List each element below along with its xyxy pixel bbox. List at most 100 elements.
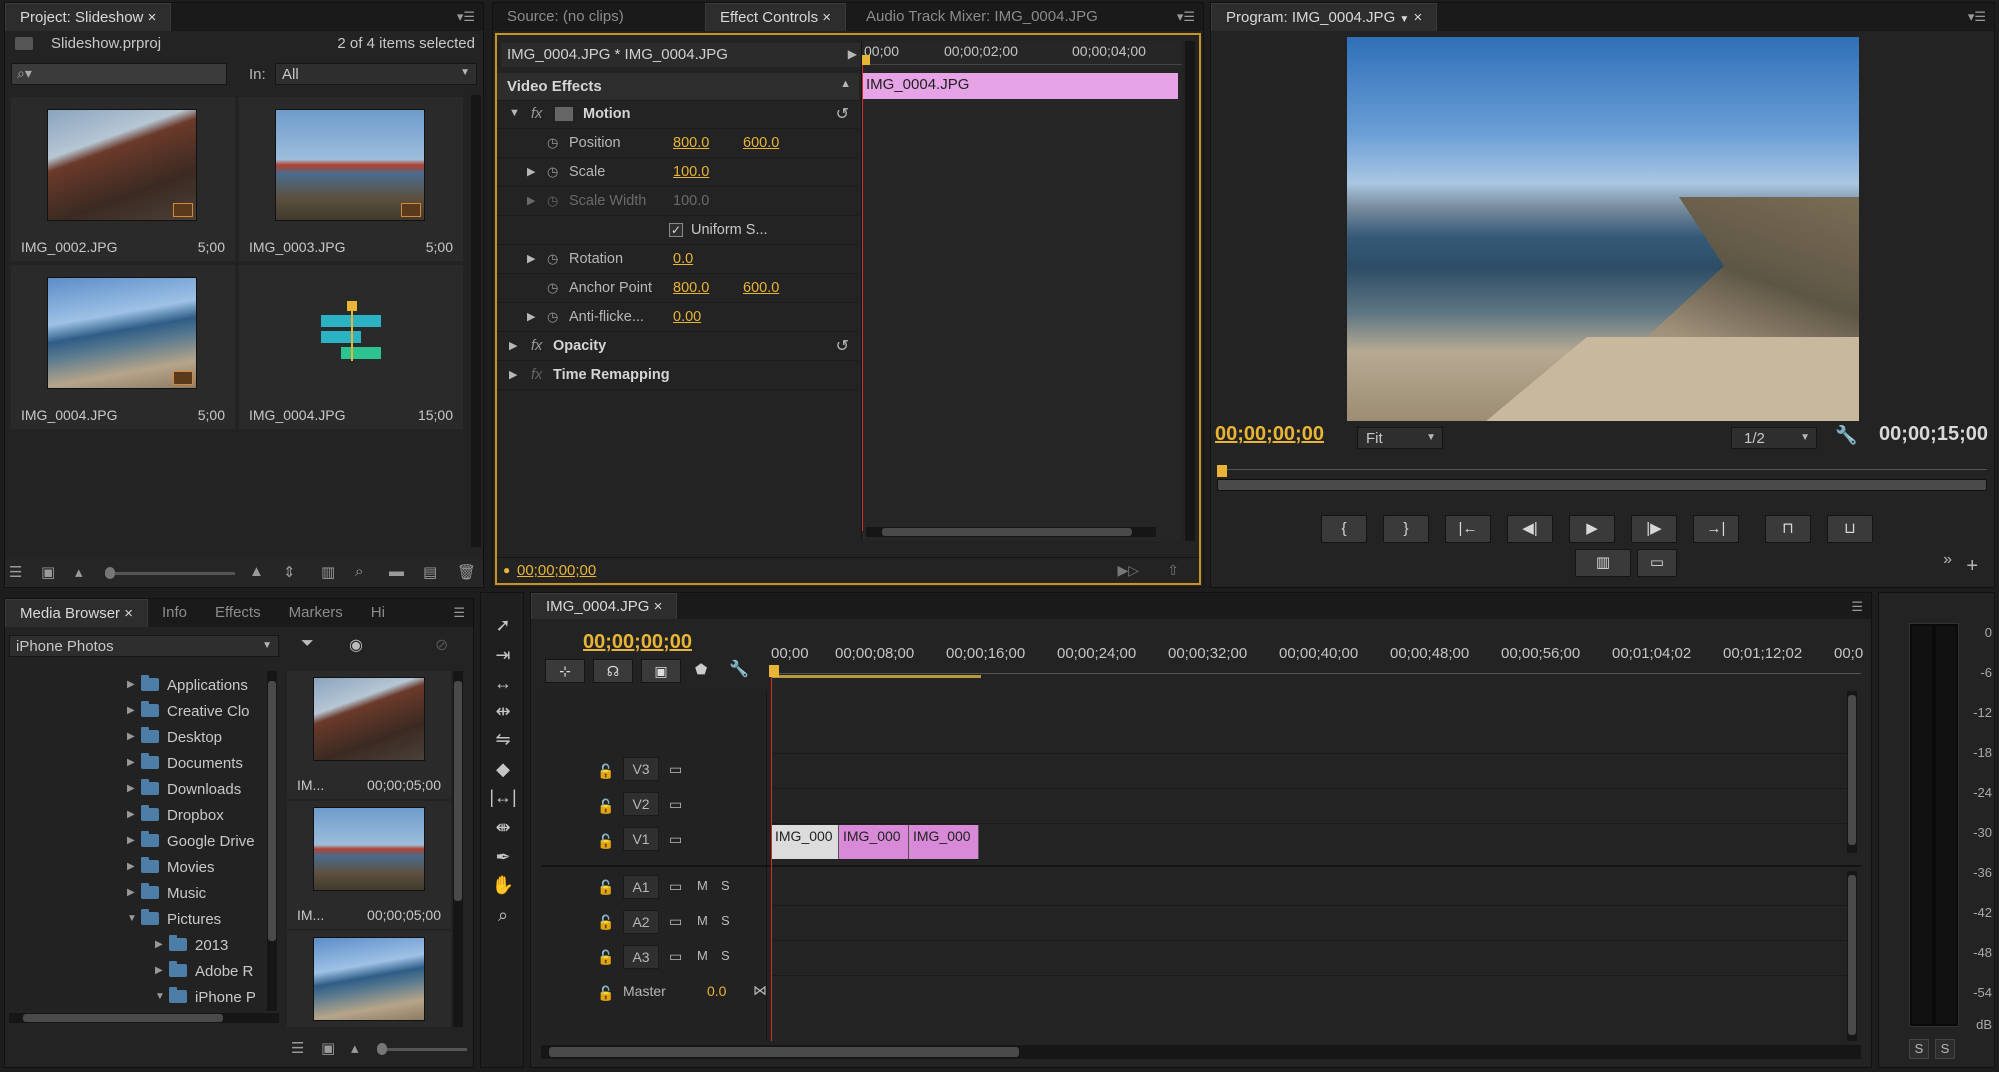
- tab-effect-controls[interactable]: Effect Controls ×: [705, 3, 847, 31]
- lock-icon[interactable]: 🔓: [597, 914, 614, 931]
- playhead-marker-icon[interactable]: [862, 55, 870, 65]
- track-select-tool-icon[interactable]: ⇥: [489, 643, 517, 667]
- extract-button[interactable]: ⊔: [1827, 515, 1873, 543]
- zoom-slider[interactable]: [105, 567, 235, 579]
- media-clip[interactable]: [287, 931, 451, 1027]
- tab-info[interactable]: Info: [148, 599, 201, 627]
- uniform-scale-checkbox[interactable]: ✓: [669, 223, 683, 237]
- stopwatch-icon[interactable]: ◷: [547, 135, 558, 151]
- slide-tool-icon[interactable]: ⇼: [489, 815, 517, 839]
- expand-toggle-icon[interactable]: ▶: [509, 339, 517, 352]
- anchor-x-value[interactable]: 800.0: [673, 280, 709, 296]
- motion-row[interactable]: ▼ fx Motion ↺: [497, 101, 859, 129]
- track-name[interactable]: A3: [623, 945, 659, 969]
- close-icon[interactable]: ×: [148, 9, 157, 26]
- toggle-output-icon[interactable]: ▭: [669, 878, 682, 895]
- scale-value[interactable]: 100.0: [673, 164, 709, 180]
- mute-button[interactable]: M: [697, 948, 708, 963]
- opacity-row[interactable]: ▶ fx Opacity ↺: [497, 333, 859, 361]
- program-timecode[interactable]: 00;00;00;00: [1215, 423, 1324, 446]
- in-dropdown[interactable]: All ▼: [275, 63, 477, 85]
- track-name[interactable]: V2: [623, 792, 659, 816]
- mark-out-button[interactable]: }: [1383, 515, 1429, 543]
- expand-toggle-icon[interactable]: ▶: [527, 165, 535, 178]
- toggle-output-icon[interactable]: ▭: [669, 761, 682, 778]
- master-volume[interactable]: 0.0: [707, 983, 726, 999]
- program-scrubber[interactable]: [1217, 457, 1987, 493]
- lock-icon[interactable]: 🔓: [597, 985, 614, 1002]
- trash-icon[interactable]: 🗑: [457, 563, 476, 581]
- add-marker-icon[interactable]: ▣: [641, 659, 681, 683]
- reset-icon[interactable]: ↺: [836, 104, 849, 124]
- tab-media-browser[interactable]: Media Browser ×: [5, 599, 148, 627]
- ec-hscroll[interactable]: [866, 527, 1156, 537]
- project-item[interactable]: IMG_0003.JPG 5;00: [239, 97, 463, 261]
- mute-button[interactable]: M: [697, 878, 708, 893]
- pen-tool-icon[interactable]: ✒: [489, 845, 517, 869]
- ec-vscroll[interactable]: [1185, 41, 1195, 541]
- project-item[interactable]: IMG_0002.JPG 5;00: [11, 97, 235, 261]
- add-button-icon[interactable]: +: [1966, 555, 1978, 578]
- tab-effects[interactable]: Effects: [201, 599, 275, 627]
- program-video-frame[interactable]: [1347, 37, 1859, 421]
- close-icon[interactable]: ×: [1413, 9, 1422, 26]
- expand-toggle-icon[interactable]: ▶: [527, 194, 535, 207]
- hand-tool-icon[interactable]: ✋: [489, 873, 517, 897]
- project-item[interactable]: IMG_0004.JPG 15;00: [239, 265, 463, 429]
- tab-markers[interactable]: Markers: [275, 599, 357, 627]
- panel-menu-icon[interactable]: ▾☰: [457, 9, 475, 25]
- tab-source[interactable]: Source: (no clips): [493, 3, 705, 31]
- chevron-down-icon[interactable]: ▼: [1399, 14, 1409, 25]
- toggle-output-icon[interactable]: ▭: [669, 913, 682, 930]
- zoom-slider[interactable]: [377, 1043, 467, 1055]
- tab-project[interactable]: Project: Slideshow ×: [5, 3, 172, 31]
- mute-button[interactable]: M: [697, 913, 708, 928]
- panel-menu-icon[interactable]: ☰: [453, 605, 465, 621]
- work-area-bar[interactable]: [771, 675, 981, 678]
- anchor-y-value[interactable]: 600.0: [743, 280, 779, 296]
- close-icon[interactable]: ×: [822, 9, 831, 26]
- find-icon[interactable]: ⌕: [355, 563, 363, 580]
- ec-ruler[interactable]: 00;00 00;00;02;00 00;00;04;00: [862, 41, 1182, 65]
- timeline-hscroll[interactable]: [541, 1045, 1861, 1059]
- position-y-value[interactable]: 600.0: [743, 135, 779, 151]
- play-only-icon[interactable]: ▶: [848, 47, 857, 61]
- go-to-in-button[interactable]: |←: [1445, 515, 1491, 543]
- solo-button[interactable]: S: [721, 948, 730, 963]
- lock-icon[interactable]: 🔓: [597, 763, 614, 780]
- rate-stretch-tool-icon[interactable]: ⇋: [489, 727, 517, 751]
- expand-toggle-icon[interactable]: ▶: [527, 310, 535, 323]
- new-bin-icon[interactable]: ▬: [389, 563, 404, 580]
- view-icon[interactable]: ◉: [349, 635, 363, 655]
- play-button[interactable]: ▶: [1569, 515, 1615, 543]
- lock-icon[interactable]: 🔓: [597, 949, 614, 966]
- automate-icon[interactable]: ▥: [321, 563, 335, 581]
- rotation-value[interactable]: 0.0: [673, 251, 693, 267]
- razor-tool-icon[interactable]: ◆: [489, 757, 517, 781]
- zoom-tool-icon[interactable]: ⌕: [489, 903, 517, 927]
- timeline-ruler[interactable]: 00;00 00;00;08;00 00;00;16;00 00;00;24;0…: [769, 645, 1863, 679]
- ec-timecode[interactable]: 00;00;00;00: [517, 562, 596, 579]
- panel-menu-icon[interactable]: ☰: [1851, 599, 1863, 615]
- project-scrollbar[interactable]: [471, 95, 481, 547]
- timeline-clip[interactable]: IMG_000: [909, 825, 979, 859]
- wrench-icon[interactable]: 🔧: [729, 659, 749, 679]
- clips-vscroll[interactable]: [453, 671, 463, 1027]
- lock-icon[interactable]: 🔓: [597, 879, 614, 896]
- collapse-icon[interactable]: ▲: [840, 78, 851, 90]
- stopwatch-icon[interactable]: ◷: [547, 251, 558, 267]
- folder-hscroll[interactable]: [9, 1013, 279, 1023]
- resolution-dropdown[interactable]: 1/2 ▼: [1731, 427, 1817, 449]
- stopwatch-icon[interactable]: ◷: [547, 309, 558, 325]
- toggle-output-icon[interactable]: ▭: [669, 831, 682, 848]
- close-icon[interactable]: ×: [654, 598, 663, 615]
- media-clip[interactable]: IM... 00;00;05;00: [287, 671, 451, 799]
- go-to-next-icon[interactable]: ⋈: [753, 982, 767, 999]
- expand-toggle-icon[interactable]: ▶: [527, 252, 535, 265]
- comparison-view-button[interactable]: ▥: [1575, 549, 1631, 577]
- zoom-out-icon[interactable]: ▴: [351, 1039, 359, 1057]
- step-back-button[interactable]: ◀|: [1507, 515, 1553, 543]
- step-forward-button[interactable]: |▶: [1631, 515, 1677, 543]
- time-remapping-row[interactable]: ▶ fx Time Remapping: [497, 362, 859, 390]
- export-frame-button[interactable]: ▭: [1637, 549, 1677, 577]
